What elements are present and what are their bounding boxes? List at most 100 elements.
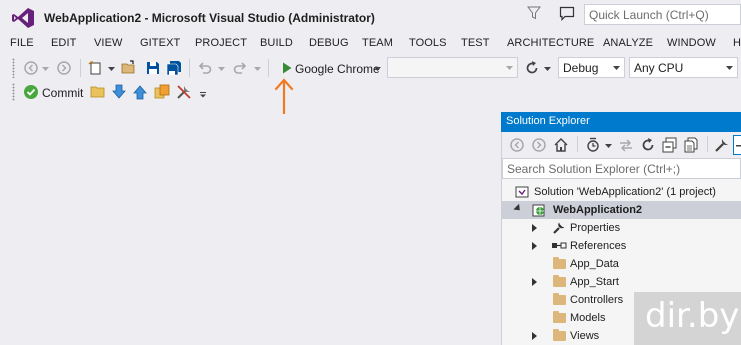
navigate-back-icon[interactable] (23, 60, 39, 76)
pull-icon[interactable] (111, 84, 127, 100)
show-all-files-icon[interactable] (683, 137, 699, 153)
preview-selected-items-button[interactable] (733, 135, 741, 155)
forward-icon[interactable] (531, 137, 547, 153)
chevron-down-icon (374, 67, 381, 71)
collapsed-arrow-icon[interactable] (532, 224, 537, 232)
toolbar-separator (268, 59, 269, 77)
title-bar: WebApplication2 - Microsoft Visual Studi… (0, 0, 741, 34)
notification-filter-icon[interactable] (527, 6, 541, 20)
tree-item-label: Solution 'WebApplication2' (1 project) (534, 186, 716, 198)
annotation-arrow-icon (274, 78, 294, 114)
platform-combo[interactable]: Any CPU (629, 57, 738, 78)
chevron-down-icon[interactable] (544, 67, 551, 71)
chevron-down-icon (613, 66, 620, 70)
sync-with-document-icon[interactable] (618, 137, 634, 153)
settings-tools-icon[interactable] (176, 84, 192, 100)
commit-label: Commit (42, 86, 84, 100)
collapsed-arrow-icon[interactable] (532, 278, 537, 286)
navigate-forward-icon[interactable] (56, 60, 72, 76)
folder-icon (553, 311, 566, 323)
pending-changes-filter-icon[interactable] (585, 137, 601, 153)
minus-icon (736, 145, 741, 147)
menu-debug[interactable]: DEBUG (309, 37, 349, 49)
tree-item-label: Properties (570, 222, 621, 234)
menu-test[interactable]: TEST (461, 37, 490, 49)
tree-item-properties[interactable]: Properties (502, 219, 741, 237)
chevron-down-icon (726, 66, 733, 70)
configuration-value: Debug (563, 61, 599, 75)
chevron-down-icon[interactable] (218, 67, 225, 71)
toolbar-options-icon[interactable] (199, 92, 207, 98)
push-icon[interactable] (132, 84, 148, 100)
standard-toolbar: Google Chrome Debug Any CPU (0, 56, 741, 80)
refresh-icon[interactable] (524, 60, 540, 76)
solution-explorer-toolbar (502, 132, 741, 158)
browse-folder-icon[interactable] (90, 84, 106, 100)
home-icon[interactable] (553, 137, 569, 153)
menu-edit[interactable]: EDIT (51, 37, 76, 49)
tree-item-label: References (570, 240, 627, 252)
gitext-toolbar: Commit (0, 82, 230, 104)
start-debugging-button[interactable]: Google Chrome (276, 58, 382, 78)
redo-icon[interactable] (232, 60, 248, 76)
tree-item-app-data[interactable]: App_Data (502, 255, 741, 273)
save-all-icon[interactable] (166, 60, 182, 76)
chevron-down-icon[interactable] (108, 67, 115, 71)
watermark: dir.by (634, 292, 741, 345)
folder-icon (553, 293, 566, 305)
collapse-all-icon[interactable] (662, 137, 678, 153)
menu-file[interactable]: FILE (10, 37, 34, 49)
refresh-icon[interactable] (640, 137, 656, 153)
feedback-icon[interactable] (559, 6, 575, 21)
tree-item-app-start[interactable]: App_Start (502, 273, 741, 291)
back-icon[interactable] (509, 137, 525, 153)
tree-item-label: App_Data (570, 258, 619, 270)
visual-studio-logo-icon (12, 8, 34, 28)
toolbar-separator (577, 136, 578, 152)
menu-architecture[interactable]: ARCHITECTURE (507, 37, 594, 49)
toolbar-grip[interactable] (12, 83, 15, 101)
platform-value: Any CPU (634, 61, 684, 75)
chevron-down-icon[interactable] (605, 144, 612, 148)
properties-wrench-icon[interactable] (714, 137, 730, 153)
menu-window[interactable]: WINDOW (667, 37, 716, 49)
menu-team[interactable]: TEAM (362, 37, 393, 49)
toolbar-separator (80, 59, 81, 77)
menu-view[interactable]: VIEW (94, 37, 123, 49)
save-icon[interactable] (145, 60, 161, 76)
solution-icon (515, 186, 529, 198)
stash-icon[interactable] (154, 84, 170, 100)
chevron-down-icon[interactable] (254, 67, 261, 71)
menu-analyze[interactable]: ANALYZE (603, 37, 653, 49)
chevron-down-icon (506, 66, 513, 70)
solution-configurations-combo (387, 57, 518, 78)
tree-item-solution[interactable]: Solution 'WebApplication2' (1 project) (502, 183, 741, 201)
tree-item-label: App_Start (570, 276, 619, 288)
open-file-icon[interactable] (121, 60, 137, 76)
commit-button[interactable]: Commit (22, 83, 84, 101)
undo-icon[interactable] (197, 60, 213, 76)
chevron-down-icon[interactable] (42, 67, 49, 71)
menu-help[interactable]: HELP (733, 37, 741, 49)
menu-bar: FILE EDIT VIEW GITEXT PROJECT BUILD DEBU… (0, 34, 741, 52)
menu-build[interactable]: BUILD (260, 37, 293, 49)
expanded-arrow-icon[interactable] (513, 203, 523, 214)
new-project-icon[interactable] (88, 60, 104, 76)
quick-launch-input[interactable]: Quick Launch (Ctrl+Q) (584, 4, 741, 25)
tree-item-label: Controllers (570, 294, 624, 306)
tree-item-references[interactable]: References (502, 237, 741, 255)
collapsed-arrow-icon[interactable] (532, 242, 537, 250)
collapsed-arrow-icon[interactable] (532, 332, 537, 340)
configuration-combo[interactable]: Debug (558, 57, 625, 78)
menu-tools[interactable]: TOOLS (409, 37, 447, 49)
tree-item-label: WebApplication2 (553, 204, 643, 216)
wrench-icon (553, 222, 565, 234)
toolbar-grip[interactable] (12, 58, 15, 78)
menu-gitext[interactable]: GITEXT (140, 37, 180, 49)
check-circle-icon (24, 85, 38, 99)
solution-explorer-search-input[interactable]: Search Solution Explorer (Ctrl+;) (502, 158, 741, 179)
window-title: WebApplication2 - Microsoft Visual Studi… (44, 11, 375, 25)
menu-project[interactable]: PROJECT (195, 37, 247, 49)
solution-explorer-title: Solution Explorer (501, 112, 741, 132)
tree-item-project[interactable]: WebApplication2 (502, 201, 741, 219)
